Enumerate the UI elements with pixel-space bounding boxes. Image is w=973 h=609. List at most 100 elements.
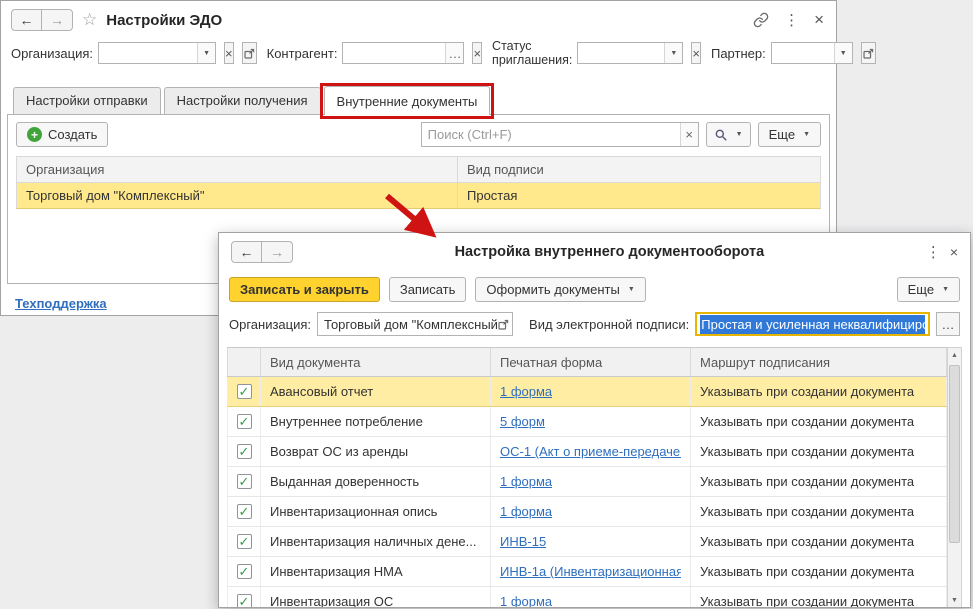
print-form-link[interactable]: 1 форма — [500, 384, 552, 399]
cell-signing-route[interactable]: Указывать при создании документа — [691, 467, 947, 496]
cell-signing-route[interactable]: Указывать при создании документа — [691, 407, 947, 436]
scrollbar-thumb[interactable] — [949, 365, 960, 543]
invitation-status-dropdown-button[interactable]: ▼ — [664, 43, 683, 63]
counterparty-clear-button[interactable]: × — [472, 42, 483, 64]
counterparty-filter-input[interactable] — [343, 43, 446, 63]
table-row[interactable]: ✓ Инвентаризационная опись 1 форма Указы… — [227, 497, 947, 527]
cell-doc-type[interactable]: Инвентаризация НМА — [261, 557, 491, 586]
table-row[interactable]: ✓ Инвентаризация НМА ИНВ-1а (Инвентариза… — [227, 557, 947, 587]
column-header-signature[interactable]: Вид подписи — [458, 156, 821, 183]
cell-signing-route[interactable]: Указывать при создании документа — [691, 587, 947, 607]
dialog-forward-button[interactable]: → — [262, 241, 293, 263]
column-header-doc-type[interactable]: Вид документа — [261, 348, 491, 376]
search-field[interactable]: × — [420, 122, 699, 147]
save-button[interactable]: Записать — [388, 276, 467, 302]
cell-signing-route[interactable]: Указывать при создании документа — [691, 437, 947, 466]
open-picker-icon[interactable] — [497, 318, 510, 331]
scrollbar-track[interactable] — [948, 363, 961, 593]
dialog-more-menu-icon[interactable]: ⋮ — [926, 243, 941, 261]
cell-signing-route[interactable]: Указывать при создании документа — [691, 557, 947, 586]
print-form-link[interactable]: 5 форм — [500, 414, 545, 429]
cell-signature[interactable]: Простая — [458, 183, 821, 209]
organization-open-picker-button[interactable] — [241, 42, 257, 64]
table-row[interactable]: ✓ Внутреннее потребление 5 форм Указыват… — [227, 407, 947, 437]
partner-combo[interactable]: ▼ — [770, 42, 853, 64]
dialog-close-icon[interactable]: × — [950, 244, 958, 260]
tab-internal-documents[interactable]: Внутренние документы — [319, 83, 495, 119]
cell-signing-route[interactable]: Указывать при создании документа — [691, 377, 947, 406]
organization-clear-button[interactable]: × — [224, 42, 234, 64]
cell-doc-type[interactable]: Авансовый отчет — [261, 377, 491, 406]
invitation-status-combo[interactable]: ▼ — [577, 42, 684, 64]
invitation-status-input[interactable] — [578, 43, 665, 63]
tech-support-link[interactable]: Техподдержка — [15, 296, 107, 311]
organization-filter-input[interactable] — [99, 43, 198, 63]
cell-signing-route[interactable]: Указывать при создании документа — [691, 527, 947, 556]
column-header-signing-route[interactable]: Маршрут подписания — [691, 348, 947, 376]
table-row[interactable]: ✓ Авансовый отчет 1 форма Указывать при … — [227, 377, 947, 407]
vertical-scrollbar[interactable]: ▲ ▼ — [947, 347, 962, 607]
table-row[interactable]: ✓ Инвентаризация ОС 1 форма Указывать пр… — [227, 587, 947, 607]
row-checkbox[interactable]: ✓ — [236, 414, 252, 429]
table-row[interactable]: ✓ Инвентаризация наличных дене... ИНВ-15… — [227, 527, 947, 557]
invitation-status-clear-button[interactable]: × — [691, 42, 701, 64]
save-and-close-button[interactable]: Записать и закрыть — [229, 276, 380, 302]
cell-doc-type[interactable]: Инвентаризация ОС — [261, 587, 491, 607]
check-icon: ✓ — [238, 443, 250, 459]
search-options-button[interactable]: ▼ — [705, 122, 751, 147]
create-button[interactable]: + Создать — [16, 122, 109, 147]
print-form-link[interactable]: ОС-1 (Акт о приеме-передаче... — [500, 444, 681, 459]
print-form-link[interactable]: ИНВ-1а (Инвентаризационная... — [500, 564, 681, 579]
counterparty-filter-field[interactable]: … — [342, 42, 465, 64]
row-checkbox[interactable]: ✓ — [236, 534, 252, 549]
table-row[interactable]: ✓ Возврат ОС из аренды ОС-1 (Акт о прием… — [227, 437, 947, 467]
cell-doc-type[interactable]: Возврат ОС из аренды — [261, 437, 491, 466]
more-button[interactable]: Еще ▼ — [757, 122, 821, 147]
counterparty-choose-button[interactable]: … — [445, 43, 464, 63]
tab-send-settings[interactable]: Настройки отправки — [13, 87, 161, 114]
tab-receive-settings[interactable]: Настройки получения — [163, 87, 321, 114]
search-input[interactable] — [421, 123, 680, 146]
cell-signing-route[interactable]: Указывать при создании документа — [691, 497, 947, 526]
row-checkbox[interactable]: ✓ — [236, 564, 252, 579]
table-row[interactable]: Торговый дом "Комплексный" Простая — [16, 183, 821, 209]
print-form-link[interactable]: ИНВ-15 — [500, 534, 546, 549]
organization-dropdown-button[interactable]: ▼ — [197, 43, 216, 63]
cell-doc-type[interactable]: Выданная доверенность — [261, 467, 491, 496]
row-checkbox[interactable]: ✓ — [236, 594, 252, 607]
scroll-up-icon[interactable]: ▲ — [948, 348, 961, 363]
cell-organization[interactable]: Торговый дом "Комплексный" — [16, 183, 458, 209]
get-link-icon[interactable] — [753, 12, 769, 28]
column-header-organization[interactable]: Организация — [16, 156, 458, 183]
signature-type-input[interactable]: Простая и усиленная неквалифициро — [695, 312, 930, 336]
cell-doc-type[interactable]: Инвентаризация наличных дене... — [261, 527, 491, 556]
close-icon[interactable]: × — [814, 10, 824, 30]
more-menu-icon[interactable]: ⋮ — [784, 11, 799, 29]
issue-documents-button[interactable]: Оформить документы ▼ — [475, 276, 646, 302]
favorite-star-icon[interactable]: ☆ — [82, 10, 97, 30]
dialog-more-button[interactable]: Еще ▼ — [896, 276, 960, 302]
back-button[interactable]: ← — [11, 9, 42, 31]
signature-choose-button[interactable]: … — [936, 312, 960, 336]
partner-dropdown-button[interactable]: ▼ — [833, 43, 852, 63]
page-title: Настройки ЭДО — [106, 11, 223, 29]
dialog-back-button[interactable]: ← — [231, 241, 262, 263]
table-row[interactable]: ✓ Выданная доверенность 1 форма Указыват… — [227, 467, 947, 497]
partner-open-picker-button[interactable] — [860, 42, 876, 64]
print-form-link[interactable]: 1 форма — [500, 474, 552, 489]
search-clear-button[interactable]: × — [679, 123, 698, 146]
forward-button[interactable]: → — [42, 9, 73, 31]
column-header-print-form[interactable]: Печатная форма — [491, 348, 691, 376]
organization-filter-combo[interactable]: ▼ — [98, 42, 217, 64]
cell-doc-type[interactable]: Инвентаризационная опись — [261, 497, 491, 526]
dialog-organization-field[interactable]: Торговый дом "Комплексный" — [317, 312, 514, 336]
row-checkbox[interactable]: ✓ — [236, 443, 252, 459]
print-form-link[interactable]: 1 форма — [500, 504, 552, 519]
print-form-link[interactable]: 1 форма — [500, 594, 552, 607]
scroll-down-icon[interactable]: ▼ — [948, 593, 961, 607]
partner-input[interactable] — [771, 43, 834, 63]
row-checkbox[interactable]: ✓ — [236, 504, 252, 519]
row-checkbox[interactable]: ✓ — [236, 384, 252, 399]
cell-doc-type[interactable]: Внутреннее потребление — [261, 407, 491, 436]
row-checkbox[interactable]: ✓ — [236, 474, 252, 489]
